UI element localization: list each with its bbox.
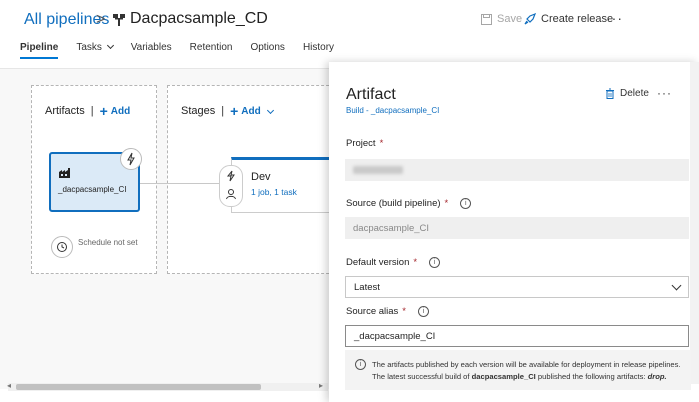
panel-more-button[interactable]: ··· bbox=[657, 86, 672, 100]
tab-history-label: History bbox=[302, 42, 335, 53]
required-marker: * bbox=[413, 257, 418, 268]
schedule-trigger[interactable] bbox=[51, 236, 73, 258]
scroll-right-icon[interactable]: ▸ bbox=[319, 381, 323, 390]
stage-conditions[interactable] bbox=[219, 165, 243, 207]
stages-header: Stages | + Add bbox=[181, 103, 274, 119]
panel-subtitle[interactable]: Build - _dacpacsample_CI bbox=[346, 106, 439, 115]
artifact-info-message: i The artifacts published by each versio… bbox=[345, 350, 691, 390]
info-icon[interactable]: i bbox=[417, 306, 429, 317]
default-version-dropdown[interactable]: Latest bbox=[345, 276, 689, 298]
release-pipeline-icon bbox=[113, 14, 125, 26]
delete-artifact-button[interactable]: Delete bbox=[605, 88, 649, 99]
info-line2-text: The latest successful build of bbox=[372, 372, 472, 381]
approver-person-icon[interactable] bbox=[225, 188, 237, 200]
project-label-row: Project * bbox=[346, 138, 383, 149]
save-button[interactable]: Save bbox=[481, 13, 522, 25]
tab-options[interactable]: Options bbox=[250, 42, 284, 59]
artifact-stage-connector bbox=[138, 183, 230, 184]
info-line2-build-name: dacpacsample_CI bbox=[471, 372, 536, 381]
info-line2-text-2: published the following artifacts: bbox=[535, 372, 648, 381]
required-marker: * bbox=[379, 138, 384, 149]
rocket-icon bbox=[524, 13, 536, 25]
info-icon[interactable]: i bbox=[429, 257, 441, 268]
save-label: Save bbox=[497, 13, 523, 25]
save-icon bbox=[481, 13, 492, 25]
stage-name: Dev bbox=[251, 171, 271, 183]
stages-divider: | bbox=[221, 105, 225, 117]
tab-tasks[interactable]: Tasks bbox=[76, 41, 114, 59]
required-marker: * bbox=[444, 198, 449, 209]
tab-tasks-label: Tasks bbox=[76, 42, 102, 53]
project-field bbox=[345, 159, 689, 181]
tab-pipeline-label: Pipeline bbox=[20, 42, 59, 53]
chevron-down-icon bbox=[671, 280, 682, 291]
artifacts-divider: | bbox=[90, 105, 94, 117]
tab-strip: Pipeline Tasks Variables Retention Optio… bbox=[20, 41, 352, 59]
stage-job-task-link[interactable]: 1 job, 1 task bbox=[251, 187, 297, 197]
trash-icon bbox=[606, 88, 614, 99]
add-artifact-button[interactable]: + Add bbox=[99, 103, 131, 119]
source-alias-label: Source alias bbox=[346, 306, 399, 317]
info-icon: i bbox=[355, 359, 366, 370]
tab-options-label: Options bbox=[250, 42, 285, 53]
tab-variables[interactable]: Variables bbox=[131, 42, 172, 59]
clock-icon bbox=[57, 242, 67, 252]
source-alias-input[interactable]: _dacpacsample_CI bbox=[345, 325, 689, 347]
chevron-down-icon bbox=[266, 106, 274, 114]
info-message-line1: The artifacts published by each version … bbox=[372, 360, 681, 369]
tab-variables-label: Variables bbox=[130, 42, 172, 53]
build-artifact-icon bbox=[59, 168, 70, 178]
source-field: dacpacsample_CI bbox=[345, 217, 689, 239]
add-stage-label: Add bbox=[241, 105, 261, 117]
default-version-label-row: Default version * i bbox=[346, 257, 441, 268]
info-message-line2: The latest successful build of dacpacsam… bbox=[372, 372, 667, 381]
pre-deployment-conditions-icon[interactable] bbox=[225, 170, 237, 182]
redacted-project-value bbox=[353, 166, 403, 174]
panel-title: Artifact bbox=[346, 86, 396, 103]
plus-icon: + bbox=[230, 103, 239, 119]
artifacts-title: Artifacts bbox=[45, 105, 85, 117]
create-release-button[interactable]: Create release bbox=[524, 13, 613, 25]
required-marker: * bbox=[402, 306, 406, 317]
add-stage-button[interactable]: + Add bbox=[230, 103, 274, 119]
more-actions-button[interactable]: ··· bbox=[606, 10, 623, 26]
source-label-row: Source (build pipeline) * i bbox=[346, 198, 472, 209]
tab-retention[interactable]: Retention bbox=[190, 42, 233, 59]
create-release-label: Create release bbox=[541, 13, 614, 25]
default-version-label: Default version bbox=[346, 257, 410, 268]
source-label: Source (build pipeline) bbox=[346, 198, 441, 209]
stages-title: Stages bbox=[181, 105, 216, 117]
tab-pipeline[interactable]: Pipeline bbox=[20, 42, 59, 59]
info-line2-artifact: drop. bbox=[647, 372, 667, 381]
default-version-value: Latest bbox=[354, 281, 380, 293]
tab-retention-label: Retention bbox=[189, 42, 233, 53]
breadcrumb-separator: > bbox=[96, 11, 106, 28]
add-artifact-label: Add bbox=[110, 105, 131, 117]
continuous-deployment-trigger[interactable] bbox=[120, 148, 142, 170]
artifacts-header: Artifacts | + Add bbox=[45, 103, 131, 119]
source-alias-label-row: Source alias * i bbox=[346, 306, 429, 317]
panel-vertical-scrollbar[interactable] bbox=[690, 62, 699, 384]
project-label: Project bbox=[346, 138, 376, 149]
plus-icon: + bbox=[99, 103, 108, 119]
horizontal-scroll-thumb[interactable] bbox=[16, 384, 261, 390]
schedule-label: Schedule not set bbox=[78, 238, 138, 247]
stage-card-dev[interactable] bbox=[231, 157, 343, 213]
scroll-left-icon[interactable]: ◂ bbox=[7, 381, 11, 390]
lightning-bolt-icon bbox=[127, 152, 135, 166]
chevron-down-icon bbox=[106, 41, 114, 50]
tab-history[interactable]: History bbox=[303, 42, 334, 59]
artifact-card-label: _dacpacsample_CI bbox=[58, 185, 127, 194]
info-icon[interactable]: i bbox=[460, 198, 472, 209]
delete-label: Delete bbox=[620, 88, 649, 99]
pipeline-title: Dacpacsample_CD bbox=[130, 10, 268, 27]
